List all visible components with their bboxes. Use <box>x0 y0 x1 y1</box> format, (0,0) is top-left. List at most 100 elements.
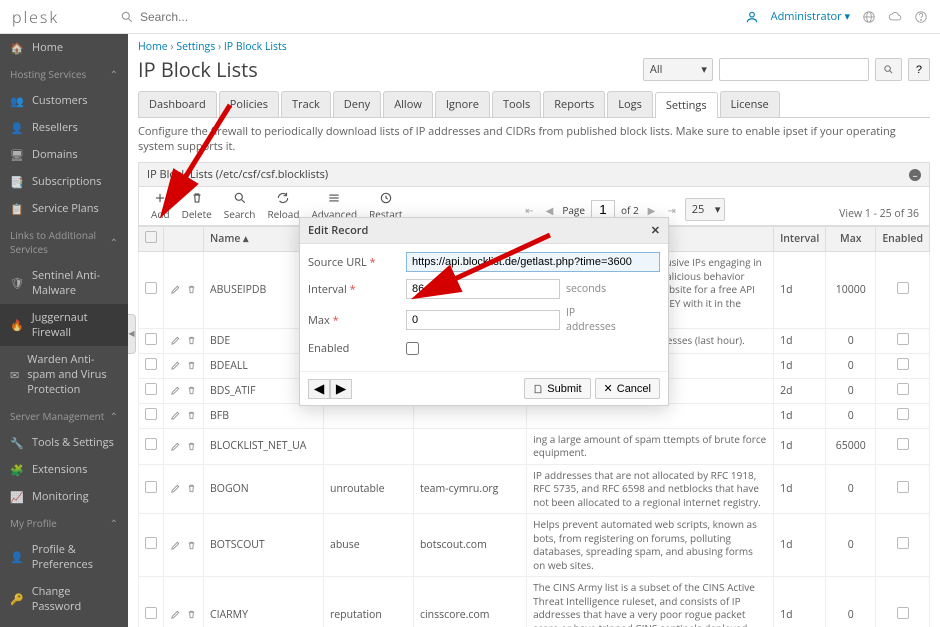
edit-icon[interactable] <box>170 284 181 295</box>
help-icon[interactable] <box>914 10 928 24</box>
row-checkbox[interactable] <box>145 282 157 294</box>
delete-icon[interactable] <box>186 360 197 371</box>
edit-icon[interactable] <box>170 360 181 371</box>
row-checkbox[interactable] <box>145 438 157 450</box>
tab-reports[interactable]: Reports <box>543 91 605 117</box>
enabled-checkbox[interactable] <box>897 358 909 370</box>
enabled-checkbox[interactable] <box>897 333 909 345</box>
tab-track[interactable]: Track <box>281 91 331 117</box>
sidebar-item-profile[interactable]: 👤Profile & Preferences <box>0 536 128 578</box>
tab-ignore[interactable]: Ignore <box>435 91 490 117</box>
sidebar-item-resellers[interactable]: 👤Resellers <box>0 114 128 141</box>
chevron-up-icon[interactable]: ⌃ <box>110 409 118 423</box>
pager-prev[interactable]: ◀ <box>543 203 557 217</box>
edit-icon[interactable] <box>170 609 181 620</box>
row-checkbox[interactable] <box>145 333 157 345</box>
row-checkbox[interactable] <box>145 383 157 395</box>
chevron-up-icon[interactable]: ⌃ <box>110 516 118 530</box>
sidebar-item-home[interactable]: 🏠Home <box>0 34 128 61</box>
edit-icon[interactable] <box>170 441 181 452</box>
cancel-button[interactable]: ✕ Cancel <box>595 378 660 399</box>
delete-icon[interactable] <box>186 609 197 620</box>
sidebar-item-sentinel[interactable]: 🛡Sentinel Anti-Malware <box>0 262 128 304</box>
enabled-checkbox[interactable] <box>897 383 909 395</box>
tab-logs[interactable]: Logs <box>607 91 653 117</box>
pager-first[interactable]: ⇤ <box>522 203 536 217</box>
crumb-settings[interactable]: Settings <box>176 40 215 54</box>
delete-icon[interactable] <box>186 284 197 295</box>
filter-search-button[interactable] <box>875 58 902 81</box>
sidebar-item-customers[interactable]: 👥Customers <box>0 87 128 114</box>
enabled-checkbox[interactable] <box>897 537 909 549</box>
row-checkbox[interactable] <box>145 408 157 420</box>
tab-allow[interactable]: Allow <box>383 91 433 117</box>
prev-record-button[interactable]: ◀ <box>308 379 330 399</box>
delete-icon[interactable] <box>186 385 197 396</box>
row-checkbox[interactable] <box>145 537 157 549</box>
filter-select[interactable]: All ▾ <box>643 58 713 81</box>
brand-logo: plesk <box>12 6 120 28</box>
toolbar-add[interactable]: Add <box>145 191 176 221</box>
toolbar-search[interactable]: Search <box>218 191 262 221</box>
tab-tools[interactable]: Tools <box>492 91 541 117</box>
pager-last[interactable]: ⇥ <box>664 203 678 217</box>
cloud-icon[interactable] <box>888 10 902 24</box>
crumb-current[interactable]: IP Block Lists <box>224 40 287 54</box>
sidebar-item-extensions[interactable]: 🧩Extensions <box>0 456 128 483</box>
chevron-up-icon[interactable]: ⌃ <box>110 235 118 249</box>
next-record-button[interactable]: ▶ <box>330 379 352 399</box>
enabled-checkbox[interactable] <box>897 607 909 619</box>
sidebar-item-subscriptions[interactable]: 📑Subscriptions <box>0 168 128 195</box>
filter-help-button[interactable]: ? <box>908 58 930 81</box>
interval-input[interactable] <box>406 279 560 299</box>
submit-button[interactable]: Submit <box>524 378 590 399</box>
row-checkbox[interactable] <box>145 481 157 493</box>
edit-icon[interactable] <box>170 540 181 551</box>
global-search[interactable] <box>120 10 340 24</box>
pager-pagesize[interactable]: 25 ▾ <box>685 198 726 221</box>
close-icon[interactable]: ✕ <box>651 223 660 238</box>
world-icon[interactable] <box>862 10 876 24</box>
pager-next[interactable]: ▶ <box>645 203 659 217</box>
enabled-checkbox[interactable] <box>897 408 909 420</box>
tab-deny[interactable]: Deny <box>333 91 381 117</box>
search-input[interactable] <box>140 10 340 24</box>
enabled-checkbox[interactable] <box>406 342 419 355</box>
tab-license[interactable]: License <box>720 91 780 117</box>
sidebar-item-serviceplans[interactable]: 📋Service Plans <box>0 195 128 222</box>
delete-icon[interactable] <box>186 410 197 421</box>
tab-dashboard[interactable]: Dashboard <box>138 91 217 117</box>
chevron-up-icon[interactable]: ⌃ <box>110 67 118 81</box>
sidebar-item-tools[interactable]: 🔧Tools & Settings <box>0 429 128 456</box>
tab-settings[interactable]: Settings <box>655 92 718 118</box>
user-menu[interactable]: Administrator ▾ <box>771 9 850 24</box>
sort-asc-icon[interactable]: ▴ <box>243 232 248 246</box>
row-checkbox[interactable] <box>145 358 157 370</box>
select-all-checkbox[interactable] <box>145 231 157 243</box>
collapse-icon[interactable]: – <box>909 169 921 181</box>
edit-icon[interactable] <box>170 410 181 421</box>
enabled-checkbox[interactable] <box>897 282 909 294</box>
sidebar-item-password[interactable]: 🔑Change Password <box>0 578 128 620</box>
firewall-icon: 🔥 <box>10 318 24 332</box>
filter-input[interactable] <box>719 58 869 81</box>
edit-icon[interactable] <box>170 483 181 494</box>
source-url-input[interactable] <box>406 252 660 272</box>
sidebar-item-juggernaut[interactable]: 🔥Juggernaut Firewall <box>0 304 128 346</box>
delete-icon[interactable] <box>186 540 197 551</box>
edit-icon[interactable] <box>170 335 181 346</box>
toolbar-delete[interactable]: Delete <box>176 191 218 221</box>
delete-icon[interactable] <box>186 335 197 346</box>
row-checkbox[interactable] <box>145 607 157 619</box>
edit-icon[interactable] <box>170 385 181 396</box>
enabled-checkbox[interactable] <box>897 438 909 450</box>
crumb-home[interactable]: Home <box>138 40 168 54</box>
sidebar-item-monitoring[interactable]: 📈Monitoring <box>0 483 128 510</box>
sidebar-item-warden[interactable]: ✉Warden Anti-spam and Virus Protection <box>0 346 128 403</box>
delete-icon[interactable] <box>186 483 197 494</box>
tab-policies[interactable]: Policies <box>219 91 279 117</box>
delete-icon[interactable] <box>186 441 197 452</box>
sidebar-item-domains[interactable]: 🖥Domains <box>0 141 128 168</box>
enabled-checkbox[interactable] <box>897 481 909 493</box>
max-input[interactable] <box>406 310 560 330</box>
